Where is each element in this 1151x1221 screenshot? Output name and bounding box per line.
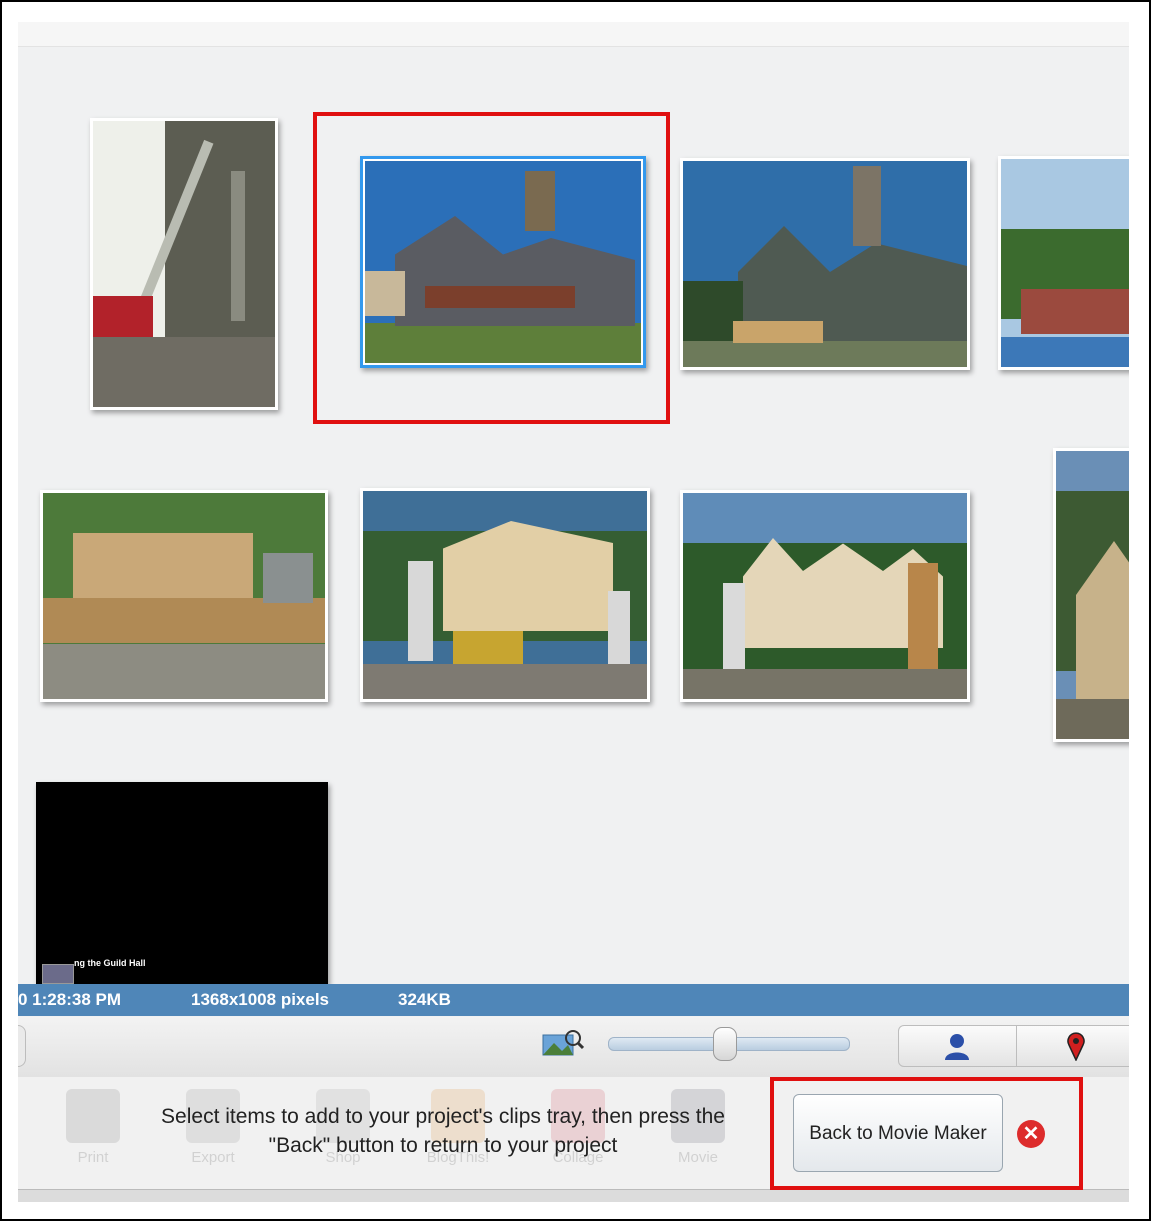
photo-thumbnail-gazebo[interactable]: [1053, 448, 1129, 742]
places-button[interactable]: [1016, 1025, 1129, 1067]
status-size: 324KB: [398, 990, 451, 1009]
status-bar: 0 1:28:38 PM 1368x1008 pixels 324KB: [18, 984, 1129, 1016]
photo-image: [683, 161, 967, 367]
zoom-image-icon[interactable]: [542, 1029, 585, 1057]
highlight-back-button: [770, 1077, 1083, 1190]
photo-thumbnail-framing-lift[interactable]: [360, 488, 650, 702]
map-pin-icon: [1065, 1031, 1087, 1062]
photo-image: [1001, 159, 1129, 367]
photo-thumbnail-framing-deck[interactable]: [40, 490, 328, 702]
top-strip: [18, 22, 1129, 47]
video-caption: ng the Guild Hall: [74, 958, 146, 968]
photo-thumbnail-guild-hall-tower[interactable]: [680, 158, 970, 370]
photo-thumbnail-framing-gables[interactable]: [680, 490, 970, 702]
instruction-text: Select items to add to your project's cl…: [113, 1102, 773, 1160]
film-strip-icon: [42, 964, 74, 984]
video-image: ng the Guild Hall: [36, 782, 328, 984]
status-dimensions: 1368x1008 pixels: [191, 990, 330, 1009]
photo-image: [1056, 451, 1129, 739]
thumbnail-toolbar: [18, 1017, 1129, 1078]
photo-image: [43, 493, 325, 699]
bottom-strip: [18, 1189, 1129, 1202]
instruction-line-2: "Back" button to return to your project: [268, 1134, 618, 1157]
photo-image: [683, 493, 967, 699]
photo-image: [93, 121, 275, 407]
people-button[interactable]: [898, 1025, 1018, 1067]
photo-thumbnail-crane[interactable]: [90, 118, 278, 410]
slider-thumb[interactable]: [713, 1027, 737, 1061]
photo-thumbnail-waterfront[interactable]: [998, 156, 1129, 370]
status-time: 0 1:28:38 PM: [18, 990, 121, 1009]
person-icon: [943, 1032, 971, 1060]
instruction-line-1: Select items to add to your project's cl…: [161, 1105, 725, 1128]
video-thumbnail[interactable]: ng the Guild Hall: [36, 782, 328, 984]
photo-image: [363, 491, 647, 699]
toolbar-left-button[interactable]: [18, 1025, 26, 1067]
highlight-selected-photo: [313, 112, 670, 424]
